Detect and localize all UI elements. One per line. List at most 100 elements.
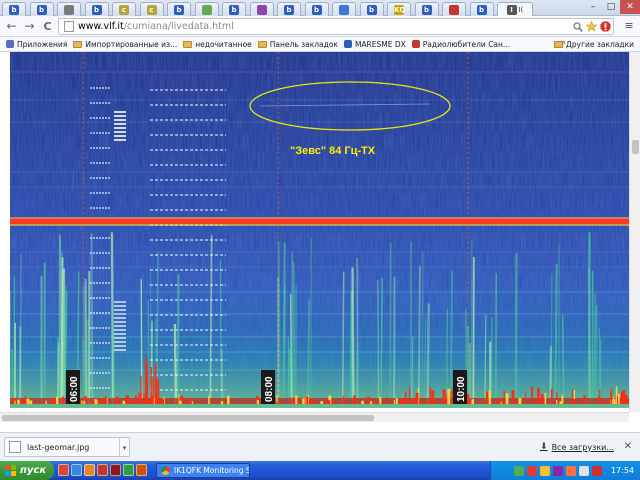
quicklaunch-icon[interactable]	[58, 464, 69, 476]
folder-icon	[257, 40, 267, 48]
start-label: пуск	[20, 465, 47, 476]
url-text[interactable]: www.vlf.it/cumiana/livedata.html	[78, 21, 234, 32]
quick-launch	[58, 464, 149, 476]
tray-icon[interactable]	[565, 465, 576, 476]
browser-tab[interactable]: b	[414, 2, 439, 16]
browser-tab[interactable]	[194, 2, 219, 16]
bookmark-label: Панель закладок	[269, 39, 338, 49]
site-icon	[343, 40, 352, 48]
bookmark-label: Импортированные из...	[85, 39, 178, 49]
bookmark-item[interactable]: Импортированные из...	[73, 40, 177, 49]
browser-tab[interactable]: b	[277, 2, 301, 16]
browser-tab[interactable]: c	[139, 2, 164, 16]
browser-tab[interactable]: b	[2, 2, 26, 16]
maximize-button[interactable]: □	[602, 0, 620, 14]
bookmark-item[interactable]: Панель закладок	[257, 39, 338, 49]
star-icon[interactable]	[586, 21, 597, 32]
tray-icon[interactable]	[539, 465, 550, 476]
browser-tab[interactable]: b	[84, 2, 109, 16]
favicon-icon: b	[311, 4, 322, 15]
tray-icon[interactable]	[552, 465, 563, 476]
tray-icon[interactable]	[513, 465, 524, 476]
quicklaunch-icon[interactable]	[84, 464, 95, 476]
page-icon	[64, 21, 74, 32]
zevs-annotation: "Зевс" 84 Гц-ТХ	[290, 145, 376, 157]
image-file-icon	[9, 441, 21, 453]
browser-tab[interactable]: KQ	[387, 2, 411, 16]
back-button[interactable]: ←	[4, 19, 19, 34]
horizontal-scrollbar[interactable]	[0, 412, 629, 422]
minimize-button[interactable]: –	[584, 0, 602, 14]
browser-tab[interactable]: b	[167, 2, 191, 16]
favicon-icon: c	[146, 4, 157, 15]
scrollbar-thumb[interactable]	[632, 140, 639, 154]
browser-tab[interactable]: b	[469, 2, 494, 16]
browser-tab[interactable]	[57, 2, 81, 16]
quicklaunch-icon[interactable]	[136, 464, 147, 476]
browser-tab[interactable]	[249, 2, 274, 16]
download-icon: ⬇	[540, 442, 548, 452]
favicon-icon: b	[366, 4, 377, 15]
start-button[interactable]: пуск	[0, 461, 54, 480]
time-label-0800: 08:00	[264, 376, 275, 402]
quicklaunch-icon[interactable]	[110, 464, 121, 476]
vertical-scrollbar[interactable]	[629, 52, 640, 412]
menu-icon[interactable]: ≡	[622, 19, 636, 33]
taskbar-window-title: IK1QFK Monitoring St...	[174, 466, 249, 475]
close-window-button[interactable]: ✕	[620, 0, 640, 14]
address-bar[interactable]: www.vlf.it/cumiana/livedata.html	[58, 18, 614, 35]
favicon-icon: I	[506, 4, 517, 15]
vlf-spectrogram: "Зевс" 84 Гц-ТХ 06:00 08:00 10:00	[10, 52, 630, 408]
window-controls: – □ ✕	[584, 0, 640, 14]
other-bookmarks-label: Другие закладки	[566, 40, 634, 49]
browser-tab[interactable]	[332, 2, 356, 16]
bookmark-item[interactable]: недочитанное	[183, 40, 252, 49]
all-downloads-link[interactable]: ⬇ Все загрузки...	[540, 442, 614, 452]
volume-icon[interactable]	[578, 465, 589, 476]
bookmark-item[interactable]: Приложения	[6, 40, 67, 49]
folder-icon	[554, 41, 564, 48]
windows-flag-icon	[5, 465, 16, 476]
browser-tab[interactable]: b	[359, 2, 384, 16]
browser-tab[interactable]: c	[112, 2, 136, 16]
bookmark-item[interactable]: MARESME DX	[343, 39, 406, 49]
browser-tab[interactable]: b	[304, 2, 329, 16]
time-label-1000: 10:00	[456, 376, 467, 402]
download-filename: last-geomar.jpg	[27, 442, 90, 452]
browser-tab[interactable]	[442, 2, 466, 16]
all-downloads-label: Все загрузки...	[551, 442, 614, 452]
windows-taskbar: пуск IK1QFK Monitoring St... EN 17:54	[0, 461, 640, 480]
download-bar: last-geomar.jpg ▾ ⬇ Все загрузки... ✕	[0, 432, 640, 461]
scrollbar-thumb[interactable]	[2, 415, 374, 421]
browser-tab[interactable]: b	[29, 2, 54, 16]
tab-strip: b b b c c b b b b b KQ b b I I( – □ ✕	[0, 0, 640, 16]
quicklaunch-icon[interactable]	[123, 464, 134, 476]
favicon-icon: c	[119, 4, 129, 15]
flower-icon	[339, 4, 349, 15]
quicklaunch-icon[interactable]	[97, 464, 108, 476]
browser-tab[interactable]: b	[222, 2, 246, 16]
time-label-0600: 06:00	[69, 376, 80, 402]
close-download-bar-button[interactable]: ✕	[624, 441, 632, 452]
favicon-icon: b	[476, 4, 487, 15]
other-bookmarks-folder[interactable]: Другие закладки	[554, 37, 634, 52]
taskbar-chrome-window[interactable]: IK1QFK Monitoring St...	[156, 463, 250, 478]
tray-icon[interactable]	[526, 465, 537, 476]
site-icon	[411, 40, 420, 48]
adblock-icon[interactable]	[600, 21, 611, 32]
favicon-icon: KQ	[394, 4, 406, 15]
apps-icon	[6, 40, 14, 48]
quicklaunch-icon[interactable]	[71, 464, 82, 476]
favicon-icon: b	[91, 4, 102, 15]
bookmark-item[interactable]: Радиолюбители Сан...	[411, 40, 510, 49]
browser-tab[interactable]: I I(	[497, 2, 533, 16]
download-item[interactable]: last-geomar.jpg ▾	[4, 437, 130, 457]
favicon-icon: b	[36, 4, 47, 15]
search-icon[interactable]	[573, 22, 583, 32]
forward-button[interactable]: →	[22, 19, 37, 34]
download-menu-button[interactable]: ▾	[119, 438, 129, 456]
tray-icon[interactable]	[591, 465, 602, 476]
reload-button[interactable]: C	[40, 19, 55, 34]
favicon-icon: b	[284, 4, 294, 15]
bookmark-label: MARESME DX	[354, 39, 406, 49]
